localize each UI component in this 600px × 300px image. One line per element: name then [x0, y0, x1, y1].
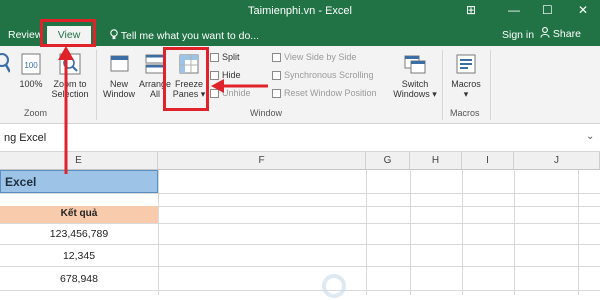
switch-windows-icon [404, 55, 426, 74]
new-window-button[interactable]: New Window [100, 52, 138, 99]
ribbon-separator [442, 50, 443, 120]
tell-me-placeholder: Tell me what you want to do... [120, 30, 260, 42]
column-header-f[interactable]: F [158, 152, 366, 170]
ribbon: 100 100% Zoom to Selection Zoom New Wind… [0, 46, 600, 124]
zoom-group-label: Zoom [24, 108, 48, 118]
unhide-icon [210, 88, 219, 98]
macros-group-label: Macros [450, 108, 480, 118]
cell-value[interactable]: 678,948 [0, 273, 158, 285]
unhide-label: Unhide [222, 88, 251, 98]
zoom-selection-label-1: Zoom to [53, 79, 87, 89]
tell-me-search[interactable]: Tell me what you want to do... [110, 29, 259, 42]
zoom-selection-icon [59, 53, 81, 75]
side-by-side-icon [272, 52, 281, 62]
maximize-button[interactable]: ☐ [542, 3, 553, 17]
gridline [158, 170, 159, 295]
person-icon [540, 27, 553, 40]
lightbulb-icon [110, 29, 121, 42]
formula-bar[interactable]: ng Excel ⌄ [0, 124, 600, 152]
gridline [0, 244, 600, 245]
hide-button[interactable]: Hide [210, 70, 241, 80]
reset-window-position-button[interactable]: Reset Window Position [272, 88, 377, 98]
split-icon [210, 52, 219, 62]
new-window-label-2: Window [102, 89, 135, 99]
gridline [0, 266, 600, 267]
switch-windows-label-1: Switch [401, 79, 429, 89]
switch-windows-label-2: Windows ▾ [393, 89, 437, 99]
view-side-label: View Side by Side [284, 52, 357, 62]
reset-pos-label: Reset Window Position [284, 88, 377, 98]
column-header-h[interactable]: H [410, 152, 462, 170]
column-header-e[interactable]: E [0, 152, 158, 170]
split-label: Split [222, 52, 240, 62]
ribbon-separator [490, 50, 491, 120]
zoom-button[interactable] [0, 52, 10, 79]
view-side-by-side-button[interactable]: View Side by Side [272, 52, 356, 62]
spreadsheet-grid[interactable]: E F G H I J Excel Kết quả 123,456,789 12… [0, 152, 600, 298]
hide-icon [210, 70, 219, 80]
close-button[interactable]: ✕ [578, 3, 588, 17]
macros-label-1: Macros [451, 79, 481, 89]
cell-value[interactable]: 12,345 [0, 250, 158, 262]
watermark-logo [322, 274, 346, 298]
gridline [0, 193, 600, 194]
tab-review[interactable]: Review [8, 29, 42, 41]
cell-value[interactable]: 123,456,789 [0, 228, 158, 240]
zoom-to-selection-button[interactable]: Zoom to Selection [48, 52, 92, 99]
zoom-100-icon: 100 [21, 53, 41, 75]
new-window-label-1: New [109, 79, 128, 89]
switch-windows-button[interactable]: Switch Windows ▾ [392, 52, 438, 99]
synchronous-scrolling-button[interactable]: Synchronous Scrolling [272, 70, 374, 80]
sign-in-link[interactable]: Sign in [502, 29, 534, 41]
share-button[interactable]: Share [540, 27, 581, 40]
arrange-all-label-2: All [149, 89, 160, 99]
macros-button[interactable]: Macros ▾ [446, 52, 486, 99]
ribbon-display-options-icon[interactable]: ⊞ [466, 3, 476, 17]
column-header-g[interactable]: G [366, 152, 410, 170]
zoom-100-button[interactable]: 100 100% [16, 52, 46, 89]
zoom-selection-label-2: Selection [51, 89, 89, 99]
ribbon-separator [96, 50, 97, 120]
gridline [0, 223, 600, 224]
zoom-100-label: 100% [19, 79, 43, 89]
reset-position-icon [272, 88, 281, 98]
sync-scroll-icon [272, 70, 281, 80]
window-group-label: Window [250, 108, 283, 118]
cell-result-header[interactable]: Kết quả [0, 206, 158, 223]
highlight-view-tab [40, 19, 96, 47]
sync-scroll-label: Synchronous Scrolling [284, 70, 374, 80]
highlight-freeze-panes [163, 47, 209, 111]
column-header-j[interactable]: J [514, 152, 600, 170]
column-header-i[interactable]: I [462, 152, 514, 170]
svg-text:100: 100 [24, 61, 38, 70]
macros-icon [456, 54, 476, 74]
formula-content: ng Excel [4, 132, 47, 144]
cell-excel-title[interactable]: Excel [0, 170, 158, 193]
minimize-button[interactable]: — [508, 3, 520, 17]
macros-label-2: ▾ [463, 89, 469, 99]
share-label: Share [552, 28, 581, 40]
new-window-icon [110, 55, 129, 72]
unhide-button[interactable]: Unhide [210, 88, 251, 98]
hide-label: Hide [222, 70, 241, 80]
magnifier-icon [0, 53, 10, 73]
split-button[interactable]: Split [210, 52, 240, 62]
chevron-down-icon[interactable]: ⌄ [586, 131, 594, 142]
